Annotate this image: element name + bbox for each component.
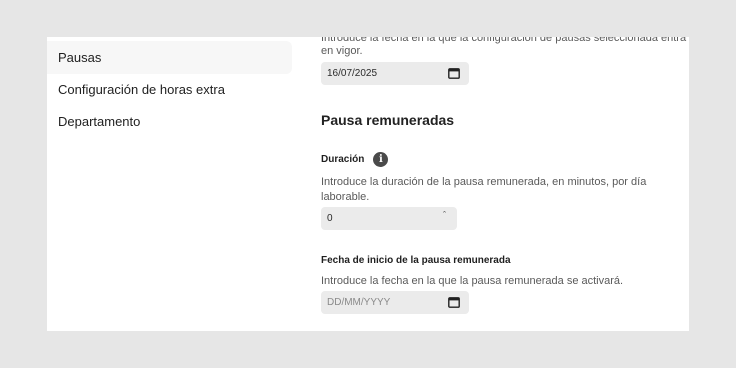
spinner-up-icon[interactable]: ˆ	[443, 210, 446, 220]
duration-label: Duración	[321, 154, 365, 165]
start-date-help: Introduce la fecha en la que la pausa re…	[321, 275, 624, 287]
sidebar-item-label: Pausas	[58, 50, 102, 65]
effective-date-value: 16/07/2025	[327, 68, 378, 79]
start-date-label: Fecha de inicio de la pausa remunerada	[321, 255, 511, 266]
settings-panel: Pausas Configuración de horas extra Depa…	[47, 37, 689, 331]
sidebar-item-label: Configuración de horas extra	[58, 82, 225, 97]
start-date-placeholder: DD/MM/YYYY	[327, 297, 391, 308]
effective-date-help-line2: en vigor.	[321, 45, 363, 57]
content-area: Introduce la fecha en la que la configur…	[321, 37, 689, 331]
section-title: Pausa remuneradas	[321, 112, 455, 128]
effective-date-input[interactable]: 16/07/2025	[321, 62, 469, 85]
calendar-icon[interactable]	[448, 67, 460, 79]
duration-label-row: Duración i	[321, 152, 389, 167]
sidebar-item-label: Departamento	[58, 114, 141, 129]
sidebar-item-departamento[interactable]: Departamento	[47, 105, 292, 138]
duration-help-line1: Introduce la duración de la pausa remune…	[321, 176, 647, 188]
sidebar-item-horas-extra[interactable]: Configuración de horas extra	[47, 73, 292, 106]
calendar-icon[interactable]	[448, 296, 460, 308]
sidebar-item-pausas[interactable]: Pausas	[47, 41, 292, 74]
start-date-input[interactable]: DD/MM/YYYY	[321, 291, 469, 314]
duration-help-line2: laborable.	[321, 191, 370, 203]
info-icon[interactable]: i	[373, 152, 389, 167]
duration-value: 0	[327, 213, 333, 224]
duration-input[interactable]: 0 ˆ	[321, 207, 457, 230]
